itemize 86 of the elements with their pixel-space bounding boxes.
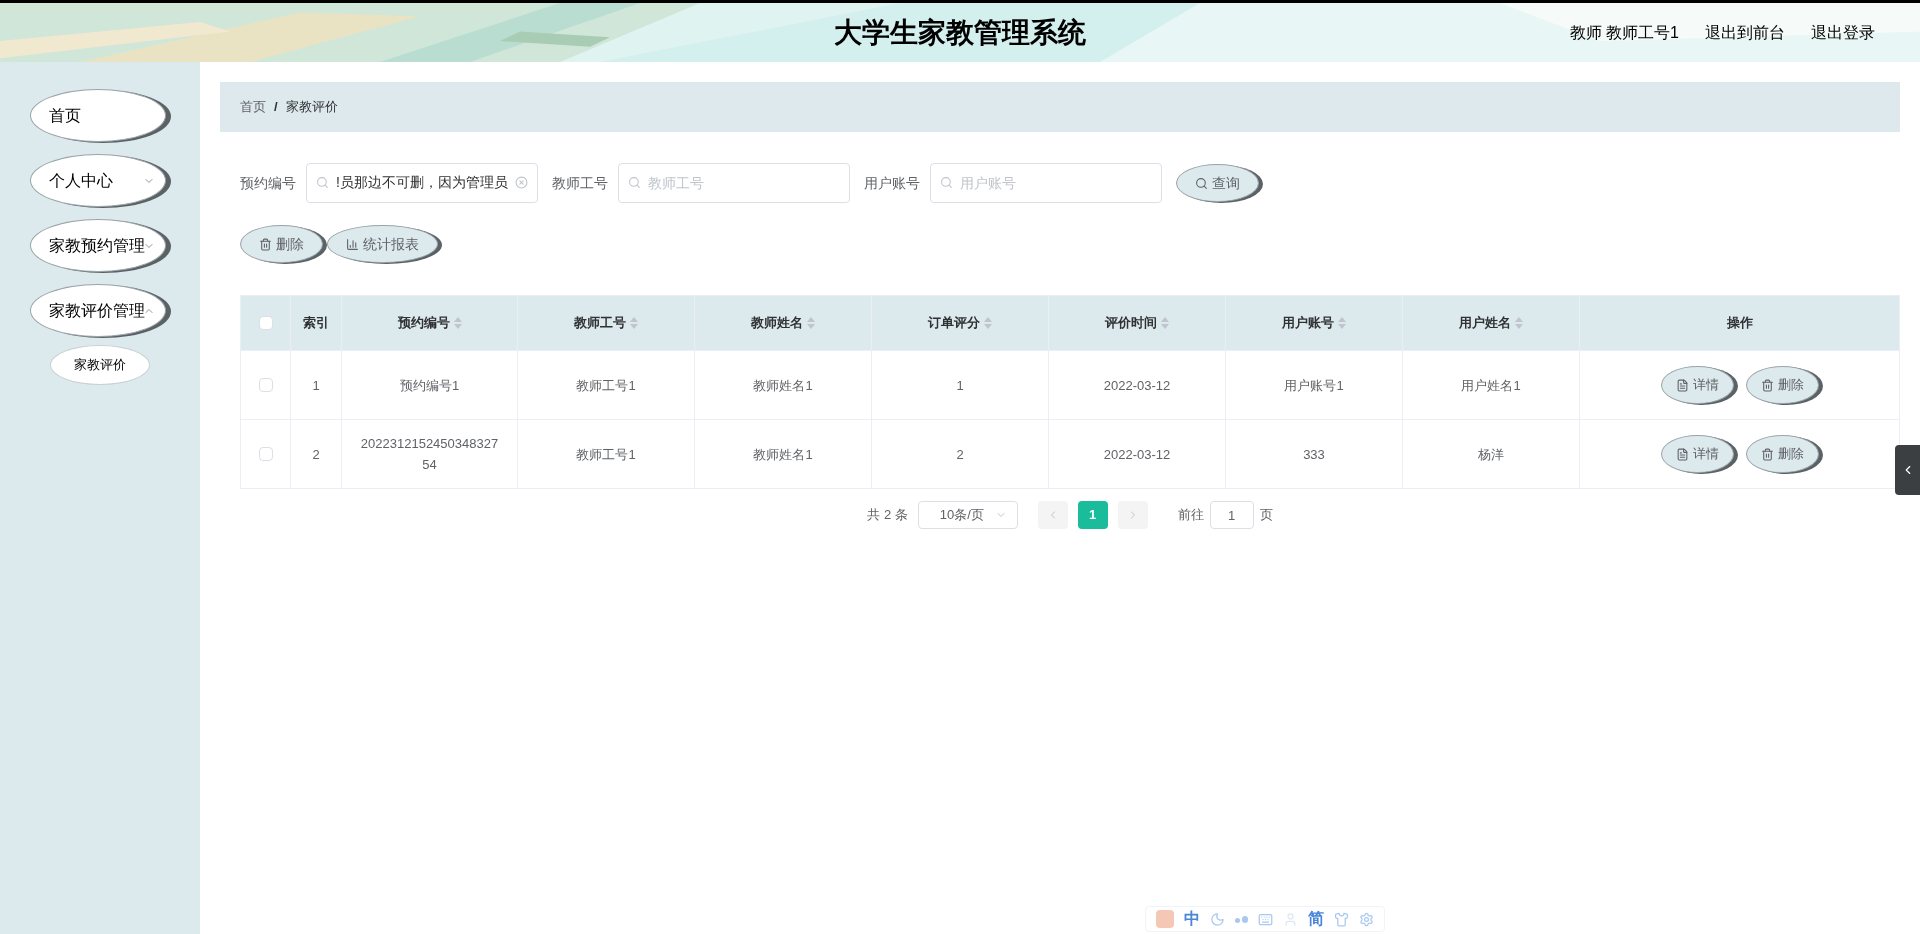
details-button[interactable]: 详情 xyxy=(1660,435,1734,473)
breadcrumb-link[interactable]: 家教评价 xyxy=(285,97,338,117)
table-cell-text: 用户账号1 xyxy=(1284,376,1344,395)
column-header[interactable]: 评价时间 xyxy=(1105,313,1157,333)
sort-icon[interactable] xyxy=(807,317,815,329)
field-label: 预约编号 xyxy=(240,173,296,193)
sort-icon[interactable] xyxy=(984,317,992,329)
ime-mode-button[interactable]: 简 xyxy=(1308,907,1324,931)
delete-button[interactable]: 删除 xyxy=(1745,366,1819,404)
field-label: 教师工号 xyxy=(552,173,608,193)
checkbox[interactable] xyxy=(258,447,273,461)
table-cell-text: 杨洋 xyxy=(1478,445,1504,464)
column-header[interactable]: 用户账号 xyxy=(1282,313,1334,333)
page-size-select[interactable]: 10条/页 xyxy=(917,501,1018,529)
punctuation-icon[interactable] xyxy=(1235,915,1248,923)
sort-icon[interactable] xyxy=(1515,317,1523,329)
column-header[interactable]: 教师工号 xyxy=(574,313,626,333)
page-input[interactable]: 1 xyxy=(1209,501,1254,529)
moon-icon[interactable] xyxy=(1210,911,1225,927)
delete-button[interactable]: 删除 xyxy=(1745,435,1819,473)
column-header: 索引 xyxy=(303,314,329,333)
sidebar-submenu-item[interactable]: 家教评价 xyxy=(50,345,150,385)
search-field[interactable]: !员那边不可删，因为管理员 xyxy=(306,163,538,203)
table-cell-text: 1 xyxy=(956,376,964,395)
search-icon xyxy=(628,176,641,189)
sort-icon[interactable] xyxy=(453,317,462,329)
table-row[interactable]: 2 202231215245034832754 教师工号1 教师姓名1 2 2022-03-12 333 杨洋 详情 删除 xyxy=(241,419,1899,488)
goto-label: 前往 xyxy=(1177,506,1204,525)
goto-suffix: 页 xyxy=(1259,506,1273,525)
checkbox[interactable] xyxy=(258,316,273,330)
bar-chart-icon xyxy=(346,237,359,251)
trash-icon xyxy=(1760,378,1774,392)
field-label: 用户账号 xyxy=(864,173,920,193)
table-cell-text: 教师工号1 xyxy=(576,376,636,395)
table-cell-text: 预约编号1 xyxy=(399,376,460,395)
header-link[interactable]: 退出登录 xyxy=(1811,20,1875,45)
checkbox[interactable] xyxy=(258,378,273,392)
search-field[interactable]: 用户账号 xyxy=(930,163,1162,203)
table-cell-text: 2022-03-12 xyxy=(1103,445,1171,464)
sort-icon[interactable] xyxy=(1338,317,1346,329)
column-header[interactable]: 用户姓名 xyxy=(1459,313,1511,333)
search-button[interactable]: 查询 xyxy=(1176,164,1259,202)
user-label: 教师 教师工号1 xyxy=(1569,22,1679,43)
table-cell-text: 2022-03-12 xyxy=(1103,376,1171,395)
table-row[interactable]: 1 预约编号1 教师工号1 教师姓名1 1 2022-03-12 用户账号1 用户姓名1 详情 删除 xyxy=(241,350,1899,419)
delete-button[interactable]: 删除 xyxy=(240,225,323,263)
table-cell-text: 2 xyxy=(956,445,964,464)
breadcrumb-separator: / xyxy=(274,98,278,117)
drawer-toggle-button[interactable] xyxy=(1895,445,1920,495)
settings-icon[interactable] xyxy=(1359,911,1374,927)
ime-logo-icon[interactable] xyxy=(1156,910,1174,928)
trash-icon xyxy=(259,237,272,251)
document-icon xyxy=(1675,378,1689,392)
total-count: 共 2 条 xyxy=(867,506,908,525)
document-icon xyxy=(1675,447,1689,461)
report-button[interactable]: 统计报表 xyxy=(327,225,438,263)
table-cell-text: 333 xyxy=(1303,445,1325,464)
sort-icon[interactable] xyxy=(1161,317,1169,329)
table-cell-text: 教师姓名1 xyxy=(753,445,813,464)
column-header: 操作 xyxy=(1726,314,1753,333)
breadcrumb-link[interactable]: 首页 xyxy=(240,97,266,117)
search-icon xyxy=(940,176,953,189)
column-header[interactable]: 教师姓名 xyxy=(751,313,803,333)
table-cell-text: 教师工号1 xyxy=(576,445,636,464)
header-link[interactable]: 退出到前台 xyxy=(1705,20,1785,45)
search-icon xyxy=(1195,176,1208,190)
sort-icon[interactable] xyxy=(630,317,638,329)
ime-mode-button[interactable]: 中 xyxy=(1184,907,1200,931)
keyboard-icon[interactable] xyxy=(1258,911,1273,927)
search-icon xyxy=(316,176,329,189)
trash-icon xyxy=(1760,447,1774,461)
table-cell-text: 教师姓名1 xyxy=(753,376,813,395)
table-cell-text: 用户姓名1 xyxy=(1461,376,1521,395)
search-field[interactable]: 教师工号 xyxy=(618,163,850,203)
next-page-button[interactable] xyxy=(1117,501,1148,529)
details-button[interactable]: 详情 xyxy=(1660,366,1734,404)
column-header[interactable]: 预约编号 xyxy=(397,313,450,333)
table-cell-text: 202231215245034832754 xyxy=(359,435,500,474)
prev-page-button[interactable] xyxy=(1037,501,1068,529)
clear-icon[interactable] xyxy=(515,176,528,189)
app-title: 大学生家教管理系统 xyxy=(834,15,1086,50)
table-cell-text: 2 xyxy=(312,445,320,464)
table-cell-text: 1 xyxy=(312,376,320,395)
shirt-icon[interactable] xyxy=(1334,911,1349,927)
user-icon[interactable] xyxy=(1283,911,1298,927)
column-header[interactable]: 订单评分 xyxy=(928,313,980,333)
